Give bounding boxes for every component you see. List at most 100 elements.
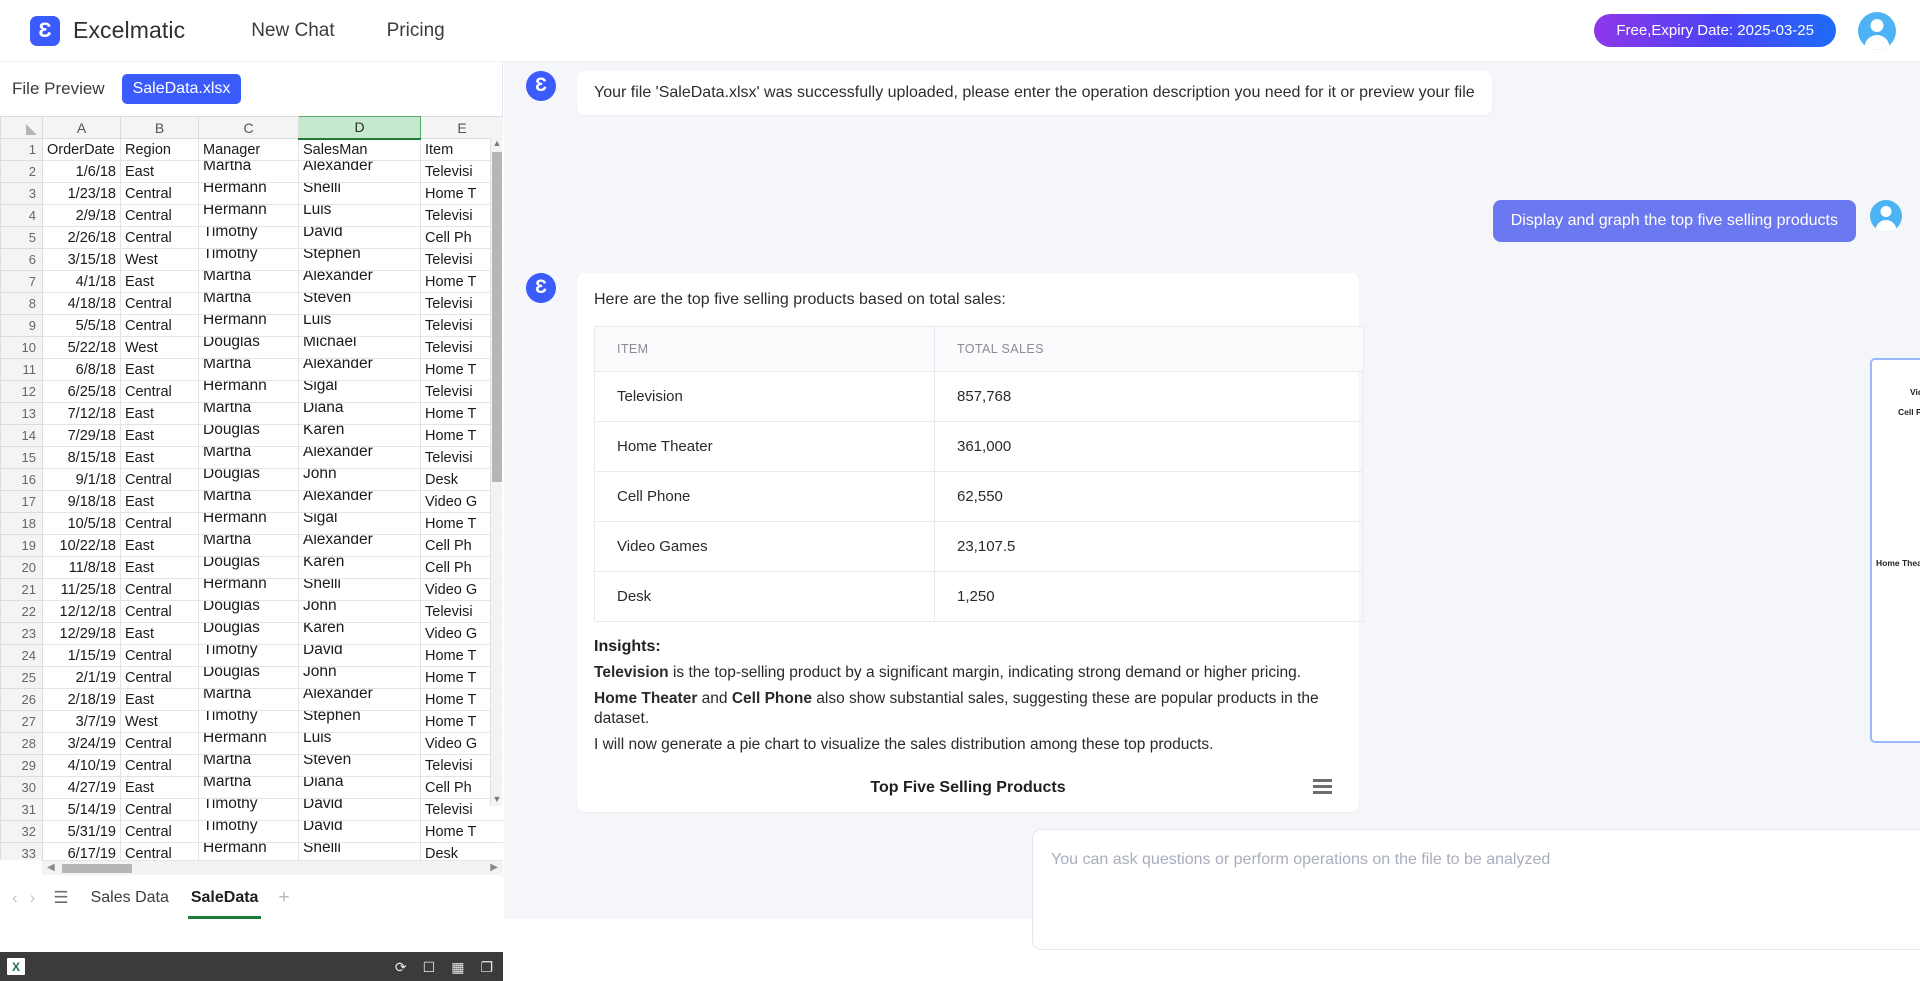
grid-cell[interactable]: 9/1/18 bbox=[43, 469, 121, 491]
grid-cell[interactable]: 3/24/19 bbox=[43, 733, 121, 755]
grid-cell[interactable]: East bbox=[121, 425, 199, 447]
account-avatar[interactable] bbox=[1858, 12, 1896, 50]
grid-cell[interactable]: Central bbox=[121, 381, 199, 403]
grid-cell[interactable]: 6/17/19 bbox=[43, 843, 121, 861]
grid-cell[interactable]: Hermann bbox=[199, 205, 299, 227]
grid-cell[interactable]: Central bbox=[121, 601, 199, 623]
grid-cell[interactable]: 6/8/18 bbox=[43, 359, 121, 381]
table-row[interactable]: 95/5/18CentralHermannLuisTelevisi bbox=[1, 315, 504, 337]
table-row[interactable]: 2111/25/18CentralHermannShelliVideo G bbox=[1, 579, 504, 601]
grid-cell[interactable]: Central bbox=[121, 469, 199, 491]
sheet-tab-saledata[interactable]: SaleData bbox=[191, 889, 259, 907]
table-row[interactable]: 52/26/18CentralTimothyDavidCell Ph bbox=[1, 227, 504, 249]
grid-cell[interactable]: 4/18/18 bbox=[43, 293, 121, 315]
grid-cell[interactable]: John bbox=[299, 667, 421, 689]
select-all-corner[interactable] bbox=[1, 117, 43, 139]
grid-cell[interactable]: Luis bbox=[299, 733, 421, 755]
grid-cell[interactable]: 2/26/18 bbox=[43, 227, 121, 249]
table-row[interactable]: 283/24/19CentralHermannLuisVideo G bbox=[1, 733, 504, 755]
col-header-d-selected[interactable]: D bbox=[299, 117, 421, 139]
row-number[interactable]: 23 bbox=[1, 623, 43, 645]
table-row[interactable]: 2212/12/18CentralDouglasJohnTelevisi bbox=[1, 601, 504, 623]
grid-cell[interactable]: 3/15/18 bbox=[43, 249, 121, 271]
grid-cell[interactable]: Central bbox=[121, 667, 199, 689]
grid-cell[interactable]: 1/6/18 bbox=[43, 161, 121, 183]
scroll-right-icon[interactable]: ▶ bbox=[490, 862, 498, 873]
table-row[interactable]: 304/27/19EastMarthaDianaCell Ph bbox=[1, 777, 504, 799]
col-header-e[interactable]: E bbox=[421, 117, 504, 139]
header-cell[interactable]: Region bbox=[121, 139, 199, 161]
refresh-icon[interactable]: ⟳ bbox=[395, 960, 407, 974]
grid-cell[interactable]: East bbox=[121, 557, 199, 579]
row-number[interactable]: 10 bbox=[1, 337, 43, 359]
row-number[interactable]: 14 bbox=[1, 425, 43, 447]
grid-cell[interactable]: Douglas bbox=[199, 557, 299, 579]
nav-new-chat[interactable]: New Chat bbox=[251, 20, 334, 42]
grid-cell[interactable]: West bbox=[121, 711, 199, 733]
grid-cell[interactable]: Douglas bbox=[199, 469, 299, 491]
horizontal-scroll-thumb[interactable] bbox=[62, 864, 132, 873]
grid-cell[interactable]: West bbox=[121, 249, 199, 271]
grid-cell[interactable]: 5/22/18 bbox=[43, 337, 121, 359]
table-row[interactable]: 252/1/19CentralDouglasJohnHome T bbox=[1, 667, 504, 689]
row-number[interactable]: 8 bbox=[1, 293, 43, 315]
grid-cell[interactable]: 3/7/19 bbox=[43, 711, 121, 733]
grid-cell[interactable]: David bbox=[299, 645, 421, 667]
table-row[interactable]: 63/15/18WestTimothyStephenTelevisi bbox=[1, 249, 504, 271]
table-row[interactable]: 262/18/19EastMarthaAlexanderHome T bbox=[1, 689, 504, 711]
grid-cell[interactable]: 1/15/19 bbox=[43, 645, 121, 667]
grid-cell[interactable]: Douglas bbox=[199, 623, 299, 645]
grid-cell[interactable]: East bbox=[121, 689, 199, 711]
row-number[interactable]: 1 bbox=[1, 139, 43, 161]
grid-cell[interactable]: Shelli bbox=[299, 183, 421, 205]
grid-cell[interactable]: 2/9/18 bbox=[43, 205, 121, 227]
reading-view-icon[interactable]: ▦ bbox=[451, 960, 464, 974]
grid-cell[interactable]: 5/31/19 bbox=[43, 821, 121, 843]
grid-cell[interactable]: Martha bbox=[199, 293, 299, 315]
row-number[interactable]: 6 bbox=[1, 249, 43, 271]
file-tab-saledata[interactable]: SaleData.xlsx bbox=[122, 74, 242, 104]
col-header-a[interactable]: A bbox=[43, 117, 121, 139]
grid-cell[interactable]: Douglas bbox=[199, 667, 299, 689]
grid-cell[interactable]: Alexander bbox=[299, 447, 421, 469]
grid-cell[interactable]: East bbox=[121, 535, 199, 557]
grid-cell[interactable]: Hermann bbox=[199, 843, 299, 861]
table-row[interactable]: 1OrderDateRegionManagerSalesManItem bbox=[1, 139, 504, 161]
grid-cell[interactable]: Alexander bbox=[299, 359, 421, 381]
table-row[interactable]: 315/14/19CentralTimothyDavidTelevisi bbox=[1, 799, 504, 821]
grid-cell[interactable]: Steven bbox=[299, 755, 421, 777]
grid-cell[interactable]: Steven bbox=[299, 293, 421, 315]
grid-cell[interactable]: East bbox=[121, 623, 199, 645]
row-number[interactable]: 24 bbox=[1, 645, 43, 667]
grid-cell[interactable]: Hermann bbox=[199, 315, 299, 337]
row-number[interactable]: 33 bbox=[1, 843, 43, 861]
row-number[interactable]: 30 bbox=[1, 777, 43, 799]
row-number[interactable]: 4 bbox=[1, 205, 43, 227]
open-in-app-icon[interactable]: ❐ bbox=[480, 960, 493, 974]
grid-cell[interactable]: Martha bbox=[199, 689, 299, 711]
table-row[interactable]: 137/12/18EastMarthaDianaHome T bbox=[1, 403, 504, 425]
row-number[interactable]: 21 bbox=[1, 579, 43, 601]
row-number[interactable]: 29 bbox=[1, 755, 43, 777]
grid-cell[interactable]: 1/23/18 bbox=[43, 183, 121, 205]
grid-cell[interactable]: Shelli bbox=[299, 579, 421, 601]
grid-cell[interactable]: Timothy bbox=[199, 799, 299, 821]
table-row[interactable]: 2312/29/18EastDouglasKarenVideo G bbox=[1, 623, 504, 645]
grid-cell[interactable]: Alexander bbox=[299, 491, 421, 513]
grid-cell[interactable]: Luis bbox=[299, 205, 421, 227]
file-preview-label[interactable]: File Preview bbox=[12, 79, 105, 99]
grid-cell[interactable]: 12/29/18 bbox=[43, 623, 121, 645]
table-row[interactable]: 126/25/18CentralHermannSigalTelevisi bbox=[1, 381, 504, 403]
table-row[interactable]: 116/8/18EastMarthaAlexanderHome T bbox=[1, 359, 504, 381]
grid-cell[interactable]: John bbox=[299, 601, 421, 623]
grid-cell[interactable]: Central bbox=[121, 821, 199, 843]
grid-cell[interactable]: 4/10/19 bbox=[43, 755, 121, 777]
row-number[interactable]: 18 bbox=[1, 513, 43, 535]
table-row[interactable]: 294/10/19CentralMarthaStevenTelevisi bbox=[1, 755, 504, 777]
table-row[interactable]: 42/9/18CentralHermannLuisTelevisi bbox=[1, 205, 504, 227]
grid-cell[interactable]: Timothy bbox=[199, 711, 299, 733]
row-number[interactable]: 19 bbox=[1, 535, 43, 557]
table-row[interactable]: 147/29/18EastDouglasKarenHome T bbox=[1, 425, 504, 447]
grid-cell[interactable]: Sigal bbox=[299, 513, 421, 535]
row-number[interactable]: 27 bbox=[1, 711, 43, 733]
